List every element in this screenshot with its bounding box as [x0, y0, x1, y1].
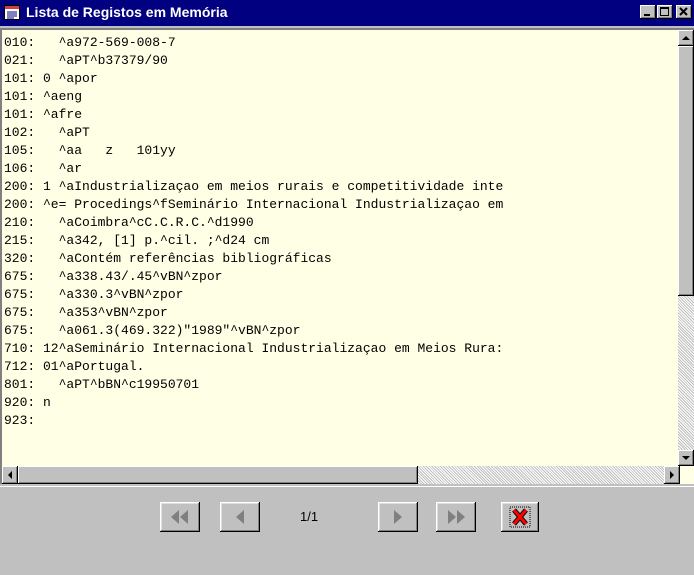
arrow-right-icon — [670, 471, 674, 479]
record-line: 710: 12^aSeminário Internacional Industr… — [4, 341, 504, 356]
close-window-button[interactable] — [501, 502, 539, 532]
previous-record-button[interactable] — [220, 502, 260, 532]
record-line: 920: n — [4, 395, 51, 410]
record-line: 200: 1 ^aIndustrializaçao em meios rurai… — [4, 179, 504, 194]
navigation-toolbar: 1/1 — [0, 486, 694, 575]
record-list-window: Lista de Registos em Memória 010: ^a972-… — [0, 0, 694, 575]
record-text-area[interactable]: 010: ^a972-569-008-7 021: ^aPT^b37379/90… — [0, 28, 694, 484]
maximize-icon — [660, 7, 669, 16]
record-line: 010: ^a972-569-008-7 — [4, 35, 176, 50]
record-line: 102: ^aPT — [4, 125, 90, 140]
record-line: 101: ^afre — [4, 107, 83, 122]
arrow-left-icon — [8, 471, 12, 479]
record-line: 200: ^e= Procedings^fSeminário Internaci… — [4, 197, 504, 212]
record-line: 105: ^aa z 101yy — [4, 143, 176, 158]
record-lines: 010: ^a972-569-008-7 021: ^aPT^b37379/90… — [4, 34, 678, 466]
record-line: 675: ^a338.43/.45^vBN^zpor — [4, 269, 223, 284]
page-indicator: 1/1 — [300, 509, 319, 524]
first-record-icon — [171, 510, 188, 524]
first-record-button[interactable] — [160, 502, 200, 532]
scroll-down-button[interactable] — [678, 450, 694, 466]
title-bar[interactable]: Lista de Registos em Memória — [0, 0, 694, 26]
minimize-button[interactable] — [640, 5, 656, 19]
record-line: 675: ^a061.3(469.322)"1989"^vBN^zpor — [4, 323, 301, 338]
vertical-scroll-thumb[interactable] — [678, 46, 694, 296]
close-icon — [679, 7, 688, 16]
close-red-x-icon — [509, 506, 531, 528]
last-record-icon — [448, 510, 465, 524]
record-line: 210: ^aCoimbra^cC.C.R.C.^d1990 — [4, 215, 254, 230]
arrow-down-icon — [682, 456, 690, 460]
record-line: 712: 01^aPortugal. — [4, 359, 145, 374]
close-button[interactable] — [676, 5, 692, 19]
record-line: 320: ^aContém referências bibliográficas — [4, 251, 332, 266]
record-line: 675: ^a330.3^vBN^zpor — [4, 287, 184, 302]
scroll-left-button[interactable] — [2, 466, 18, 484]
record-line: 021: ^aPT^b37379/90 — [4, 53, 168, 68]
arrow-up-icon — [682, 36, 690, 40]
scroll-up-button[interactable] — [678, 30, 694, 46]
next-record-button[interactable] — [378, 502, 418, 532]
previous-record-icon — [236, 510, 244, 524]
record-line: 106: ^ar — [4, 161, 83, 176]
last-record-button[interactable] — [436, 502, 476, 532]
record-line: 101: ^aeng — [4, 89, 83, 104]
record-line: 801: ^aPT^bBN^c19950701 — [4, 377, 200, 392]
horizontal-scroll-thumb[interactable] — [18, 466, 418, 484]
maximize-button[interactable] — [657, 5, 673, 19]
next-record-icon — [394, 510, 402, 524]
record-line: 215: ^a342, [1] p.^cil. ;^d24 cm — [4, 233, 270, 248]
scroll-right-button[interactable] — [664, 466, 680, 484]
minimize-icon — [644, 14, 650, 16]
record-line: 923: — [4, 413, 36, 428]
list-window-icon[interactable] — [4, 5, 20, 20]
record-line: 101: 0 ^apor — [4, 71, 98, 86]
horizontal-scrollbar[interactable] — [2, 466, 680, 484]
window-title: Lista de Registos em Memória — [26, 4, 228, 20]
vertical-scrollbar[interactable] — [678, 30, 694, 466]
record-line: 675: ^a353^vBN^zpor — [4, 305, 168, 320]
